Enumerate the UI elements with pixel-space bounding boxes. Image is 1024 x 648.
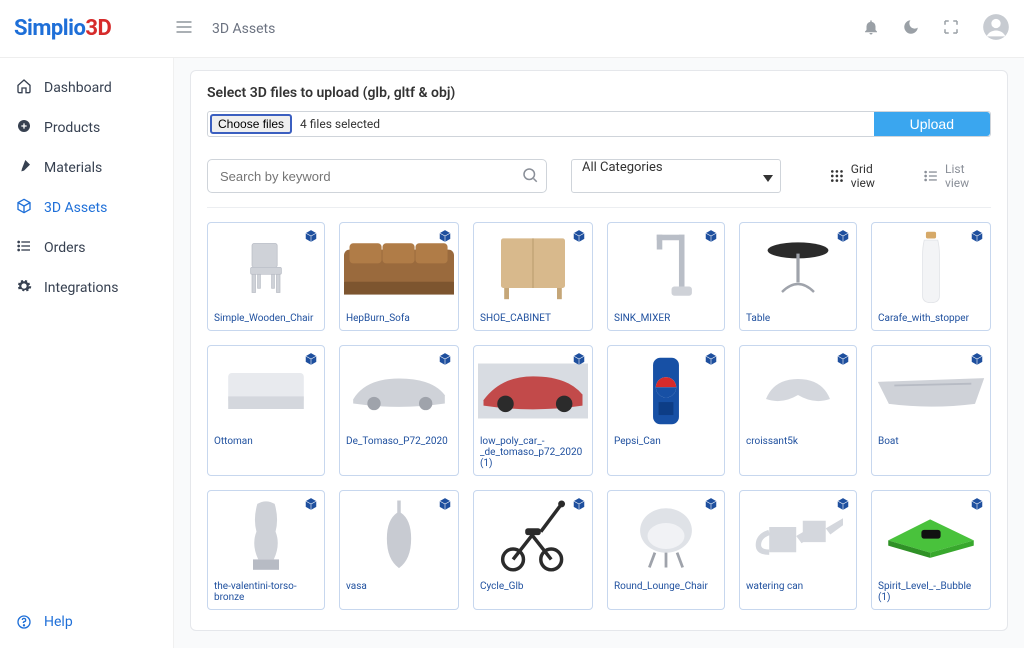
- file-status-text: 4 files selected: [294, 117, 874, 131]
- sidebar-item-label: Orders: [44, 240, 86, 256]
- asset-name: Spirit_Level_-_Bubble (1): [876, 577, 986, 605]
- sidebar: Dashboard Products Materials 3D Assets Order…: [0, 58, 174, 648]
- search-icon: [521, 166, 539, 188]
- sidebar-item-label: Materials: [44, 160, 102, 176]
- cube-icon: [970, 497, 984, 515]
- asset-name: Table: [744, 309, 852, 326]
- cube-icon: [970, 229, 984, 247]
- upload-row: Choose files 4 files selected Upload: [207, 111, 991, 137]
- cube-icon: [572, 229, 586, 247]
- asset-card[interactable]: SINK_MIXER: [607, 222, 725, 331]
- asset-card[interactable]: Carafe_with_stopper: [871, 222, 991, 331]
- cube-icon: [704, 352, 718, 370]
- brush-icon: [16, 158, 32, 178]
- bell-icon[interactable]: [862, 18, 880, 40]
- asset-card[interactable]: Cycle_Glb: [473, 490, 593, 610]
- gear-icon: [16, 278, 32, 298]
- choose-files-button[interactable]: Choose files: [210, 114, 292, 134]
- cube-icon: [438, 352, 452, 370]
- cube-icon: [438, 497, 452, 515]
- asset-name: Boat: [876, 432, 986, 449]
- home-icon: [16, 78, 32, 98]
- sidebar-item-integrations[interactable]: Integrations: [0, 268, 173, 308]
- cube-icon: [572, 497, 586, 515]
- grid-view-label: Grid view: [851, 162, 899, 190]
- asset-card[interactable]: HepBurn_Sofa: [339, 222, 459, 331]
- asset-name: Ottoman: [212, 432, 320, 449]
- asset-card[interactable]: Simple_Wooden_Chair: [207, 222, 325, 331]
- menu-toggle-icon[interactable]: [174, 17, 194, 41]
- sidebar-item-dashboard[interactable]: Dashboard: [0, 68, 173, 108]
- sidebar-item-label: Products: [44, 120, 100, 136]
- sidebar-item-orders[interactable]: Orders: [0, 228, 173, 268]
- asset-name: vasa: [344, 577, 454, 594]
- asset-name: SINK_MIXER: [612, 309, 720, 326]
- asset-card[interactable]: Table: [739, 222, 857, 331]
- asset-card[interactable]: De_Tomaso_P72_2020: [339, 345, 459, 476]
- user-avatar-icon[interactable]: [982, 13, 1010, 45]
- asset-card[interactable]: Spirit_Level_-_Bubble (1): [871, 490, 991, 610]
- asset-name: HepBurn_Sofa: [344, 309, 454, 326]
- asset-card[interactable]: low_poly_car_-_de_tomaso_p72_2020 (1): [473, 345, 593, 476]
- category-select[interactable]: All Categories: [571, 159, 781, 193]
- asset-grid: Simple_Wooden_Chair HepBurn_Sofa SHOE_CABI…: [207, 222, 991, 610]
- cube-icon: [438, 229, 452, 247]
- asset-name: Cycle_Glb: [478, 577, 588, 594]
- asset-card[interactable]: Boat: [871, 345, 991, 476]
- asset-card[interactable]: Ottoman: [207, 345, 325, 476]
- asset-name: Pepsi_Can: [612, 432, 720, 449]
- asset-card[interactable]: vasa: [339, 490, 459, 610]
- search-input[interactable]: [207, 159, 547, 193]
- plus-circle-icon: [16, 118, 32, 138]
- asset-card[interactable]: watering can: [739, 490, 857, 610]
- asset-name: Round_Lounge_Chair: [612, 577, 720, 594]
- help-link[interactable]: Help: [0, 600, 173, 648]
- asset-card[interactable]: the-valentini-torso-bronze: [207, 490, 325, 610]
- cube-icon: [16, 198, 32, 218]
- fullscreen-icon[interactable]: [942, 18, 960, 40]
- grid-view-toggle[interactable]: Grid view: [829, 162, 899, 190]
- asset-name: Simple_Wooden_Chair: [212, 309, 320, 326]
- list-view-label: List view: [945, 162, 991, 190]
- sidebar-item-products[interactable]: Products: [0, 108, 173, 148]
- help-label: Help: [44, 614, 73, 630]
- cube-icon: [836, 497, 850, 515]
- cube-icon: [836, 352, 850, 370]
- cube-icon: [836, 229, 850, 247]
- sidebar-item-label: Integrations: [44, 280, 118, 296]
- asset-name: watering can: [744, 577, 852, 594]
- cube-icon: [704, 497, 718, 515]
- asset-name: SHOE_CABINET: [478, 309, 588, 326]
- cube-icon: [704, 229, 718, 247]
- sidebar-item-3d-assets[interactable]: 3D Assets: [0, 188, 173, 228]
- asset-name: croissant5k: [744, 432, 852, 449]
- chevron-down-icon: [763, 172, 773, 187]
- asset-card[interactable]: Pepsi_Can: [607, 345, 725, 476]
- cube-icon: [970, 352, 984, 370]
- upload-button[interactable]: Upload: [874, 112, 990, 136]
- cube-icon: [572, 352, 586, 370]
- asset-card[interactable]: SHOE_CABINET: [473, 222, 593, 331]
- asset-card[interactable]: Round_Lounge_Chair: [607, 490, 725, 610]
- asset-name: De_Tomaso_P72_2020: [344, 432, 454, 449]
- asset-name: the-valentini-torso-bronze: [212, 577, 320, 605]
- asset-name: Carafe_with_stopper: [876, 309, 986, 326]
- brand-logo: Simplio3D: [14, 16, 174, 41]
- asset-name: low_poly_car_-_de_tomaso_p72_2020 (1): [478, 432, 588, 471]
- sidebar-item-label: Dashboard: [44, 80, 112, 96]
- cube-icon: [304, 497, 318, 515]
- cube-icon: [304, 229, 318, 247]
- dark-mode-icon[interactable]: [902, 18, 920, 40]
- upload-heading: Select 3D files to upload (glb, gltf & o…: [207, 85, 991, 101]
- list-view-toggle[interactable]: List view: [923, 162, 991, 190]
- cube-icon: [304, 352, 318, 370]
- sidebar-item-label: 3D Assets: [44, 200, 107, 216]
- page-title: 3D Assets: [212, 21, 862, 37]
- asset-card[interactable]: croissant5k: [739, 345, 857, 476]
- sidebar-item-materials[interactable]: Materials: [0, 148, 173, 188]
- list-icon: [16, 238, 32, 258]
